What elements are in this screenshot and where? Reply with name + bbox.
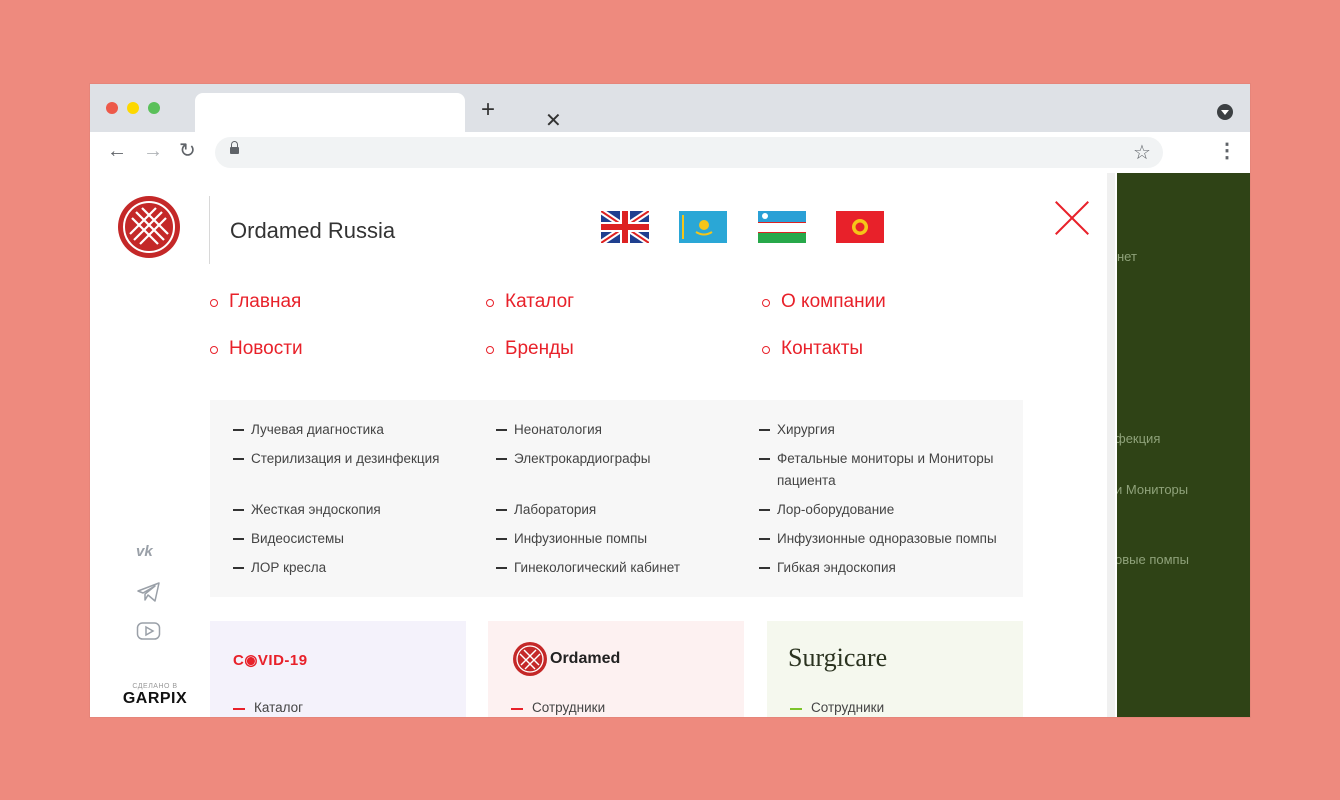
nav-item-news[interactable]: Новости: [210, 338, 303, 360]
category-link[interactable]: Инфузионные одноразовые помпы: [759, 528, 997, 550]
back-icon[interactable]: ←: [107, 140, 127, 162]
category-link[interactable]: Лаборатория: [496, 499, 596, 521]
uzbekistan-flag[interactable]: [758, 211, 806, 243]
category-link[interactable]: Лор-оборудование: [759, 499, 894, 521]
category-link[interactable]: Стерилизация и дезинфекция: [233, 448, 439, 470]
nav-item-home[interactable]: Главная: [210, 291, 301, 313]
overlay-text: фекция: [1117, 431, 1161, 446]
ordamed-logo-icon[interactable]: [118, 196, 180, 258]
nav-item-about[interactable]: О компании: [762, 291, 886, 313]
category-link[interactable]: Лучевая диагностика: [233, 419, 384, 441]
surgicare-card[interactable]: Surgicare Сотрудники: [767, 621, 1023, 717]
youtube-icon[interactable]: [136, 621, 162, 646]
category-link[interactable]: Гинекологический кабинет: [496, 557, 680, 579]
surgicare-logo: Surgicare: [788, 643, 888, 672]
tab-bar: ✕ +: [90, 84, 1250, 132]
lock-icon: [230, 141, 239, 154]
kyrgyzstan-flag[interactable]: [836, 211, 884, 243]
browser-menu-icon[interactable]: ⋮: [1217, 140, 1237, 162]
nav-item-brands[interactable]: Бренды: [486, 338, 574, 360]
header-divider: [209, 196, 210, 264]
browser-toolbar: ← → ↻ ☆ ⋮: [90, 132, 1250, 173]
scrollbar[interactable]: [1107, 173, 1115, 717]
page-viewport: нет фекция и Мониторы овые помпы Ordamed…: [90, 173, 1250, 717]
english-flag[interactable]: [601, 211, 649, 243]
category-link[interactable]: Фетальные мониторы и Мониторы пациента: [759, 448, 999, 492]
ordamed-logo-text: Ordamed: [550, 650, 621, 667]
vk-icon[interactable]: vk: [136, 543, 153, 560]
address-bar[interactable]: ☆: [215, 137, 1163, 168]
covid-logo: C◉VID-19: [233, 652, 308, 669]
category-link[interactable]: Хирургия: [759, 419, 835, 441]
card-link[interactable]: Каталог: [233, 700, 303, 715]
background-page-overlay: нет фекция и Мониторы овые помпы: [1117, 173, 1250, 717]
new-tab-icon[interactable]: +: [481, 98, 495, 122]
browser-tab[interactable]: ✕: [195, 93, 562, 132]
kazakhstan-flag[interactable]: [679, 211, 727, 243]
overlay-text: нет: [1117, 249, 1137, 264]
maximize-window-dot[interactable]: [148, 102, 160, 114]
overlay-text: овые помпы: [1117, 552, 1189, 567]
category-link[interactable]: Неонатология: [496, 419, 602, 441]
close-window-dot[interactable]: [106, 102, 118, 114]
card-link[interactable]: Сотрудники: [511, 700, 605, 715]
made-by-caption: СДЕЛАНО В: [132, 683, 178, 690]
telegram-icon[interactable]: [136, 581, 162, 608]
made-by-badge[interactable]: СДЕЛАНО В GARPIX: [120, 683, 190, 708]
menu-panel: Ordamed Russia Главная Каталог О компани…: [90, 173, 1115, 717]
category-link[interactable]: Видеосистемы: [233, 528, 344, 550]
category-link[interactable]: Инфузионные помпы: [496, 528, 647, 550]
brand-title: Ordamed Russia: [230, 218, 396, 243]
overlay-text: и Мониторы: [1117, 482, 1189, 497]
covid-card[interactable]: C◉VID-19 Каталог: [210, 621, 466, 717]
category-link[interactable]: Электрокардиографы: [496, 448, 650, 470]
forward-icon[interactable]: →: [143, 140, 163, 162]
tab-search-icon[interactable]: [1217, 104, 1233, 120]
ordamed-small-logo-icon: [513, 642, 547, 676]
made-by-name: GARPIX: [122, 690, 188, 707]
category-link[interactable]: Жесткая эндоскопия: [233, 499, 381, 521]
nav-item-catalog[interactable]: Каталог: [486, 291, 574, 313]
category-link[interactable]: ЛОР кресла: [233, 557, 326, 579]
tab-close-icon[interactable]: ✕: [545, 111, 562, 131]
card-link[interactable]: Сотрудники: [790, 700, 884, 715]
minimize-window-dot[interactable]: [127, 102, 139, 114]
reload-icon[interactable]: ↻: [179, 140, 196, 162]
nav-item-contacts[interactable]: Контакты: [762, 338, 863, 360]
browser-window: ✕ + ← → ↻ ☆ ⋮ нет фекция и Мониторы овые…: [90, 84, 1250, 717]
ordamed-card[interactable]: Ordamed Сотрудники: [488, 621, 744, 717]
categories-panel: Лучевая диагностика Стерилизация и дезин…: [210, 400, 1023, 597]
close-menu-icon[interactable]: [1055, 201, 1089, 235]
bookmark-star-icon[interactable]: ☆: [1133, 140, 1151, 165]
category-link[interactable]: Гибкая эндоскопия: [759, 557, 896, 579]
